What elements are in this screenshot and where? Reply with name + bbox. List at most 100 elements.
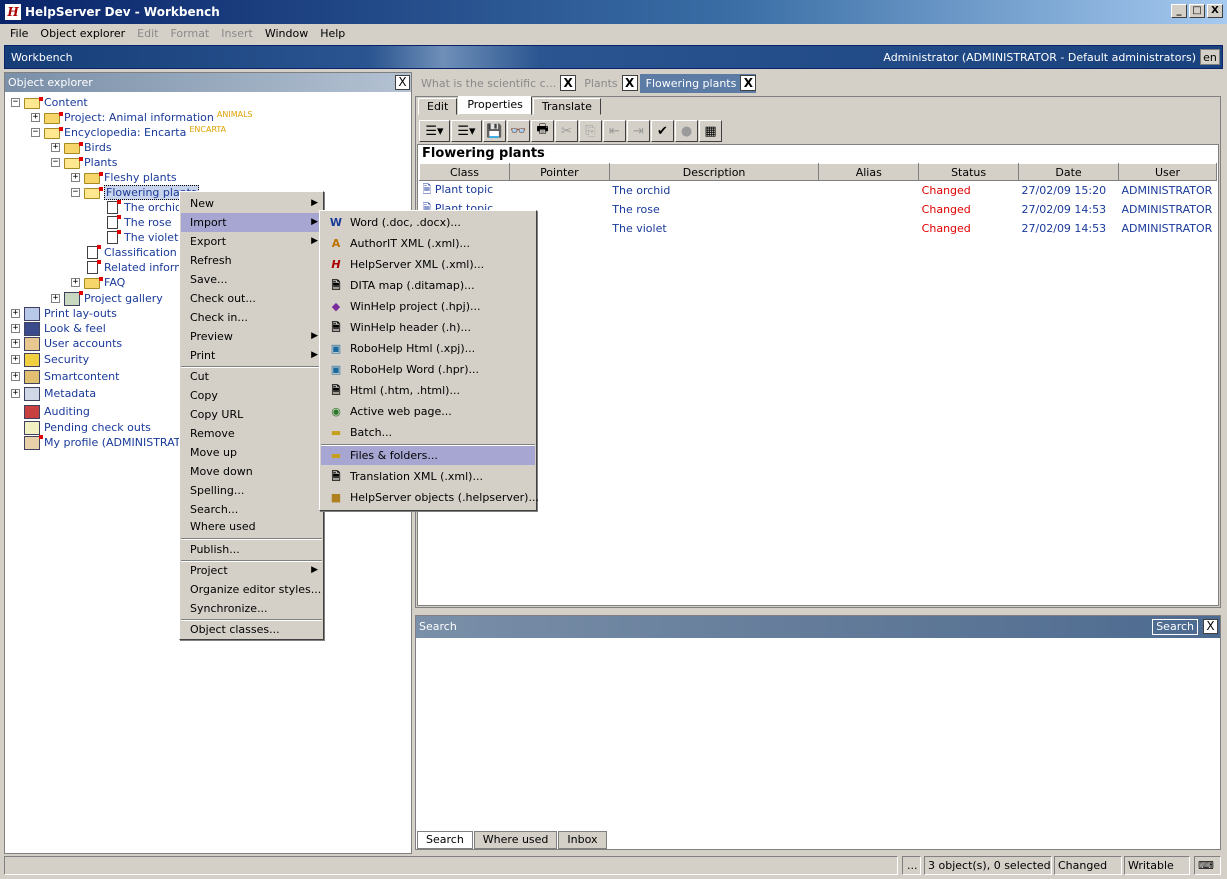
import-authorit[interactable]: A AuthorIT XML (.xml)... [321,234,535,253]
expand-icon[interactable]: + [71,278,80,287]
list-options-dropdown-icon[interactable]: ☰▾ [451,120,482,142]
close-button[interactable]: X [1207,4,1223,18]
table-row[interactable]: 🗎 Plant topic The violet Changed 27/02/0… [420,219,1217,238]
tab-where-used[interactable]: Where used [473,831,558,849]
menu-item-new[interactable]: New ▶ [181,194,322,213]
import-html[interactable]: 🗎 Html (.htm, .html)... [321,381,535,400]
collapse-icon[interactable]: − [71,188,80,197]
tab-properties[interactable]: Properties [458,96,532,115]
menu-item-move-up[interactable]: Move up [181,443,322,462]
tab-edit[interactable]: Edit [418,98,458,115]
close-tab-icon[interactable]: X [560,75,577,91]
tree-item-auditing[interactable]: Auditing [24,404,90,419]
import-robohelp-html[interactable]: ▣ RoboHelp Html (.xpj)... [321,339,535,358]
close-tab-icon[interactable]: X [740,75,757,91]
import-helpserver-xml[interactable]: H HelpServer XML (.xml)... [321,255,535,274]
import-helpserver-objects[interactable]: ■ HelpServer objects (.helpserver)... [321,488,539,507]
column-header-class[interactable]: Class [419,163,510,181]
close-explorer-button[interactable]: X [395,75,410,90]
language-button[interactable]: en [1200,49,1220,65]
expand-icon[interactable]: + [51,143,60,152]
expand-icon[interactable]: + [71,173,80,182]
menu-item-print[interactable]: Print ▶ [181,346,322,365]
column-header-user[interactable]: User [1117,163,1218,181]
menu-item-spelling[interactable]: Spelling... [181,481,322,500]
import-word[interactable]: W Word (.doc, .docx)... [321,213,535,232]
expand-icon[interactable]: + [51,294,60,303]
tree-item-fleshy-plants[interactable]: + Fleshy plants [71,170,177,185]
expand-icon[interactable]: + [11,309,20,318]
menu-item-copy[interactable]: Copy [181,386,322,405]
tree-item-user-accounts[interactable]: + User accounts [11,336,122,351]
column-header-status[interactable]: Status [918,163,1020,181]
expand-icon[interactable]: + [31,113,40,122]
menu-insert[interactable]: Insert [215,27,259,40]
menu-item-move-down[interactable]: Move down [181,462,322,481]
tree-item-encyclopedia[interactable]: − Encyclopedia: Encarta ENCARTA [31,125,226,140]
save-icon[interactable]: 💾 [483,120,506,142]
menu-item-export[interactable]: Export ▶ [181,232,322,251]
collapse-icon[interactable]: − [51,158,60,167]
tree-item-content[interactable]: − Content [11,95,88,110]
import-dita-map[interactable]: 🗎 DITA map (.ditamap)... [321,276,535,295]
spellcheck-icon[interactable]: ✔ [651,120,674,142]
column-header-description[interactable]: Description [608,163,820,181]
menu-window[interactable]: Window [259,27,314,40]
menu-item-check-in[interactable]: Check in... [181,308,322,327]
menu-item-cut[interactable]: Cut [181,367,322,386]
menu-item-publish[interactable]: Publish... [181,540,322,559]
menu-item-where-used[interactable]: Where used [181,517,322,536]
doc-tab-flowering-plants[interactable]: Flowering plants X [639,73,757,93]
tab-inbox[interactable]: Inbox [558,831,607,849]
close-search-button[interactable]: X [1203,619,1218,634]
table-row[interactable]: 🗎 Plant topic The rose Changed 27/02/09 … [420,200,1217,219]
menu-help[interactable]: Help [314,27,351,40]
expand-icon[interactable]: + [11,339,20,348]
tree-item-my-profile[interactable]: My profile (ADMINISTRATOR) [24,434,201,450]
glasses-icon[interactable]: 👓 [507,120,530,142]
doc-tab-scientific[interactable]: What is the scientific c... X [415,74,577,93]
object-icon[interactable]: ● [675,120,698,142]
menu-item-copy-url[interactable]: Copy URL [181,405,322,424]
cut-icon[interactable]: ✂ [555,120,578,142]
menu-item-object-classes[interactable]: Object classes... [181,620,322,639]
menu-item-remove[interactable]: Remove [181,424,322,443]
tree-item-orchid[interactable]: The orchid [105,200,182,215]
minimize-button[interactable]: _ [1171,4,1187,18]
close-tab-icon[interactable]: X [621,75,638,91]
tree-item-classification[interactable]: Classification [85,245,177,260]
import-winhelp-project[interactable]: ◆ WinHelp project (.hpj)... [321,297,535,316]
tree-item-pending-check-outs[interactable]: Pending check outs [24,420,151,435]
menu-item-synchronize[interactable]: Synchronize... [181,599,322,618]
import-translation-xml[interactable]: 🗎 Translation XML (.xml)... [321,467,535,486]
menu-edit[interactable]: Edit [131,27,164,40]
copy-icon[interactable]: ⎘ [579,120,602,142]
menu-file[interactable]: File [4,27,34,40]
expand-icon[interactable]: + [11,389,20,398]
tab-search[interactable]: Search [417,831,473,849]
new-list-dropdown-icon[interactable]: ☰▾ [419,120,450,142]
menu-item-preview[interactable]: Preview ▶ [181,327,322,346]
status-ellipsis-button[interactable]: ... [902,856,921,875]
column-header-pointer[interactable]: Pointer [508,163,610,181]
collapse-icon[interactable]: − [31,128,40,137]
tree-item-faq[interactable]: + FAQ [71,275,125,290]
menu-object-explorer[interactable]: Object explorer [34,27,131,40]
tree-item-plants[interactable]: − Plants [51,155,117,170]
menu-item-organize-editor-styles[interactable]: Organize editor styles... [181,580,322,599]
expand-icon[interactable]: + [11,372,20,381]
tree-item-metadata[interactable]: + Metadata [11,386,96,401]
import-batch[interactable]: ▬ Batch... [321,423,535,442]
menu-format[interactable]: Format [164,27,215,40]
table-row[interactable]: 🗎 Plant topic The orchid Changed 27/02/0… [420,181,1217,201]
column-header-date[interactable]: Date [1018,163,1119,181]
doc-tab-plants[interactable]: Plants X [578,74,638,93]
outdent-icon[interactable]: ⇤ [603,120,626,142]
tab-translate[interactable]: Translate [532,98,601,115]
table-view-icon[interactable]: ▦ [699,120,722,142]
tree-item-smartcontent[interactable]: + Smartcontent [11,369,119,384]
indent-icon[interactable]: ⇥ [627,120,650,142]
maximize-button[interactable]: □ [1189,4,1205,18]
tree-item-project-animal[interactable]: + Project: Animal information ANIMALS [31,110,253,125]
tree-item-project-gallery[interactable]: + Project gallery [51,290,163,306]
